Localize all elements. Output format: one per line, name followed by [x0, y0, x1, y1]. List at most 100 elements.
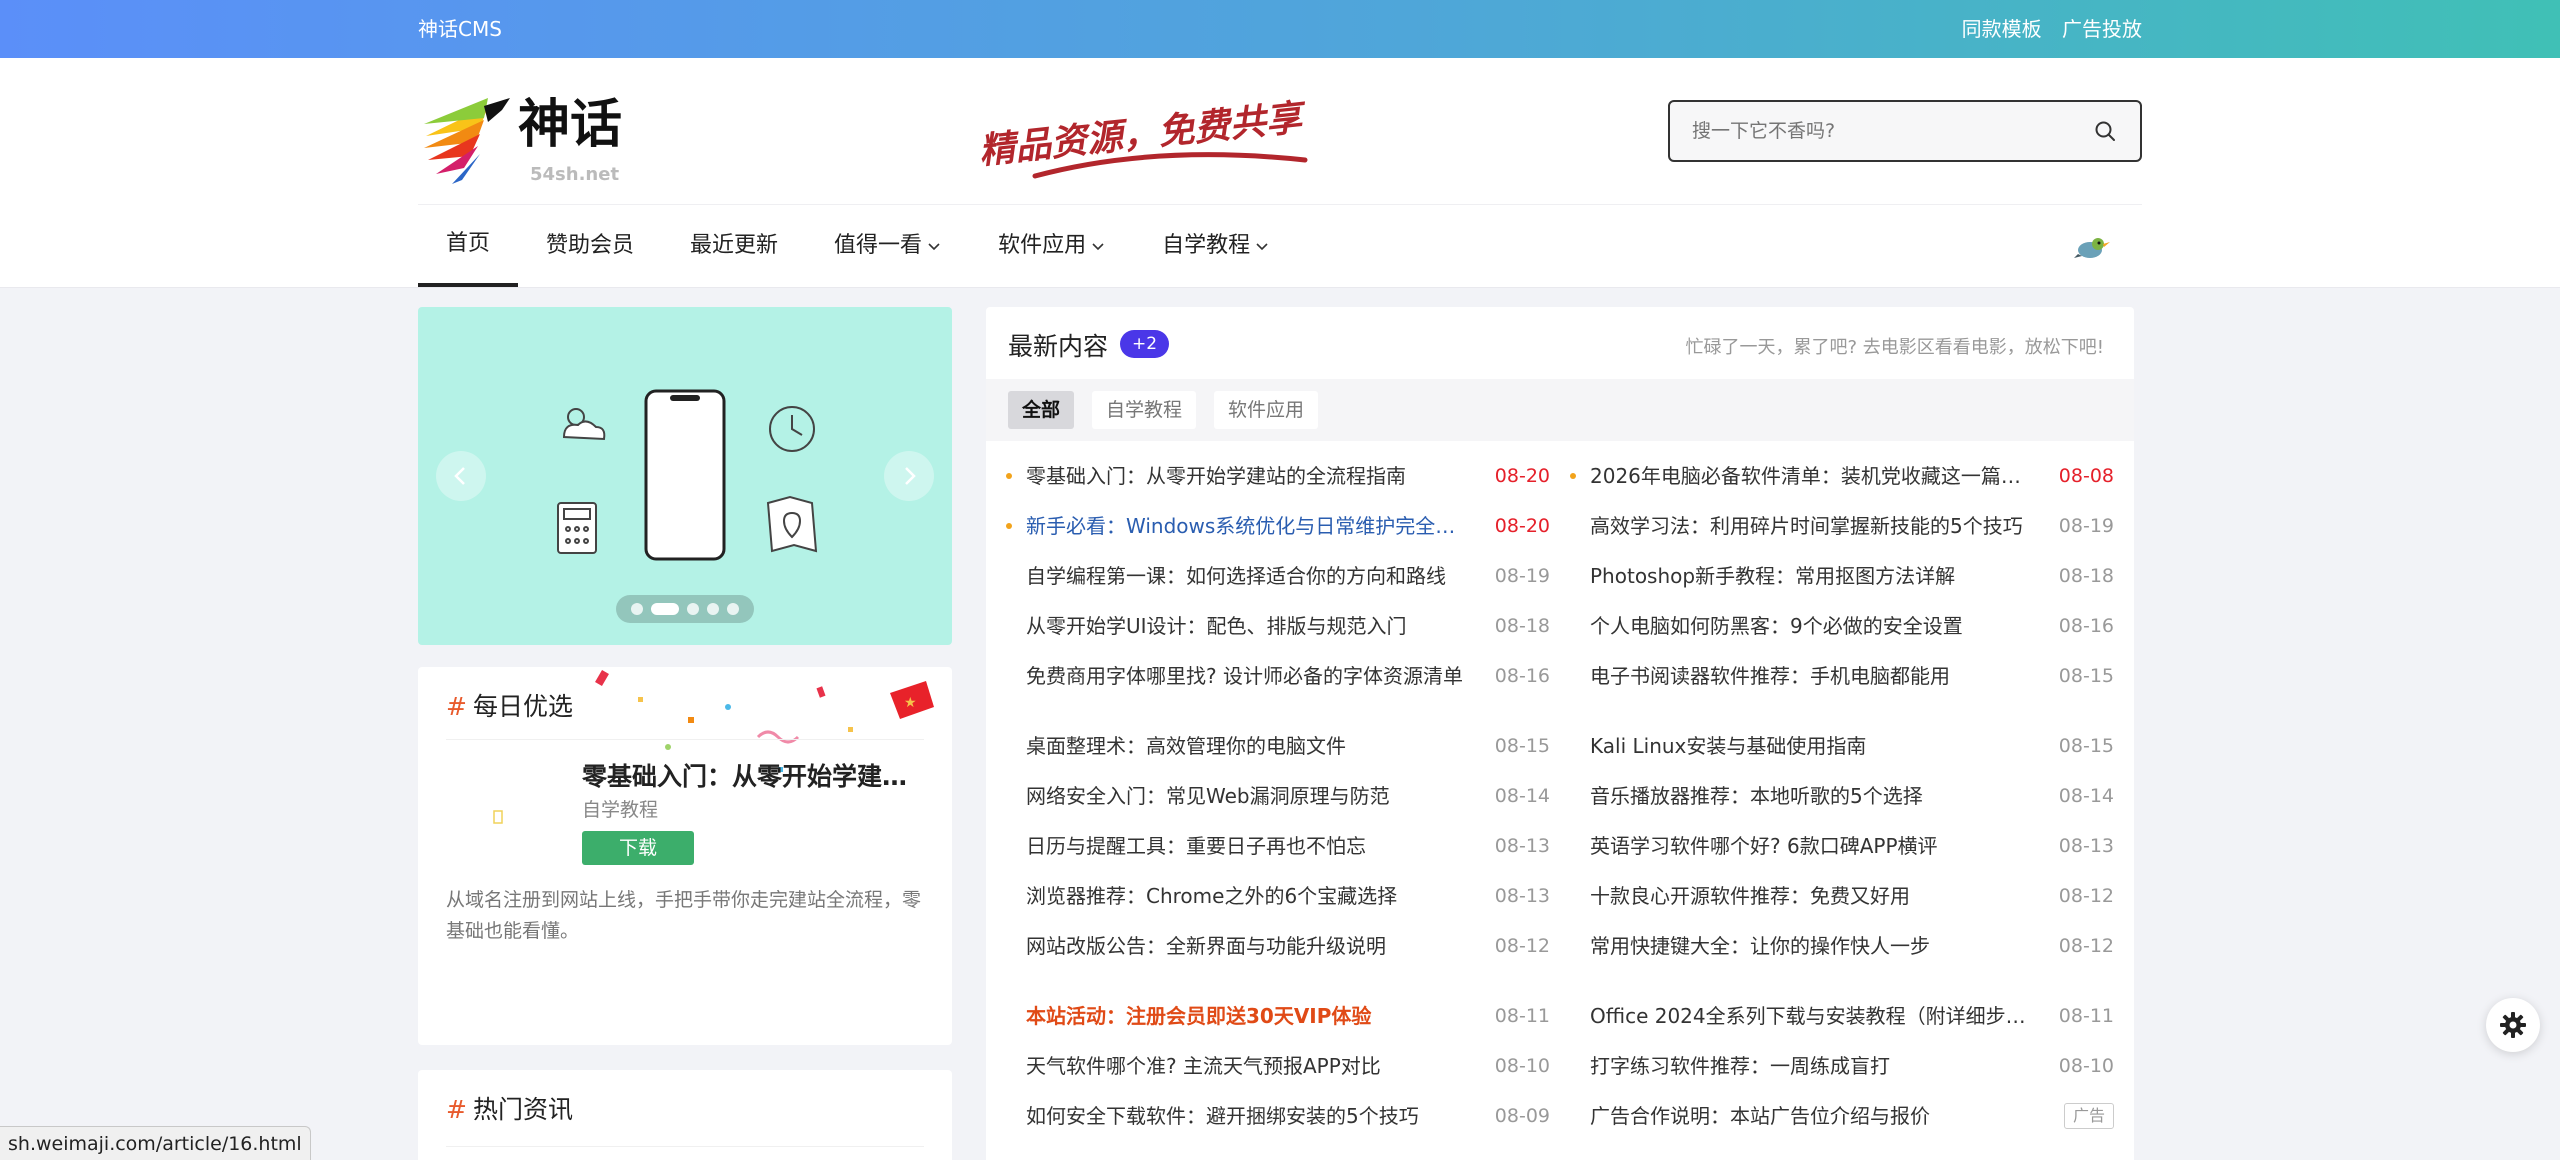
daily-pick-item-title[interactable]: 零基础入门：从零开始学建站的全流程指南: [582, 757, 932, 793]
list-item-date: 08-20: [1494, 515, 1550, 537]
carousel-dot-active[interactable]: [651, 603, 679, 615]
list-item-title[interactable]: 浏览器推荐：Chrome之外的6个宝藏选择: [1026, 876, 1466, 916]
ad-placement-link[interactable]: 广告投放: [2062, 17, 2142, 41]
site-brand-link[interactable]: 神话CMS: [418, 0, 502, 58]
list-item[interactable]: 日历与提醒工具：重要日子再也不怕忘 08-13: [1006, 826, 1550, 866]
list-item[interactable]: Photoshop新手教程：常用抠图方法详解 08-18: [1570, 556, 2114, 596]
search-icon[interactable]: [2094, 120, 2116, 142]
list-item-title[interactable]: 十款良心开源软件推荐：免费又好用: [1590, 876, 2030, 916]
site-slogan: 精品资源，免费共享: [975, 80, 1315, 200]
same-template-link[interactable]: 同款模板: [1962, 17, 2042, 41]
list-item-title[interactable]: Office 2024全系列下载与安装教程（附详细步骤）: [1590, 996, 2030, 1036]
nav-item-sponsor[interactable]: 赞助会员: [518, 205, 662, 287]
list-item-title[interactable]: 高效学习法：利用碎片时间掌握新技能的5个技巧: [1590, 506, 2030, 546]
list-item[interactable]: 广告合作说明：本站广告位介绍与报价 广告: [1570, 1096, 2114, 1136]
list-item[interactable]: 常用快捷键大全：让你的操作快人一步 08-12: [1570, 926, 2114, 966]
list-item[interactable]: 新手必看：Windows系统优化与日常维护完全手册 08-20: [1006, 506, 1550, 546]
search-box: [1668, 100, 2142, 162]
list-item-date: 08-20: [1494, 465, 1550, 487]
list-item[interactable]: 免费商用字体哪里找? 设计师必备的字体资源清单 08-16: [1006, 656, 1550, 696]
list-item-title[interactable]: 打字练习软件推荐：一周练成盲打: [1590, 1046, 2030, 1086]
user-avatar-icon[interactable]: [2072, 228, 2112, 268]
logo-bird-icon: 神话 54sh.net: [424, 94, 622, 185]
nav-item-worth-seeing[interactable]: 值得一看: [806, 205, 970, 287]
site-header: 神话 54sh.net 精品资源，免费共享 首页 赞助会员 最近更新 值得一看 …: [0, 58, 2560, 288]
list-item[interactable]: 浏览器推荐：Chrome之外的6个宝藏选择 08-13: [1006, 876, 1550, 916]
carousel-dot[interactable]: [707, 603, 719, 615]
list-item[interactable]: 本站活动：注册会员即送30天VIP体验 08-11: [1006, 996, 1550, 1036]
gear-icon: [2500, 1012, 2526, 1038]
carousel-dot[interactable]: [687, 603, 699, 615]
carousel-dot[interactable]: [727, 603, 739, 615]
list-item-title[interactable]: 新手必看：Windows系统优化与日常维护完全手册: [1026, 506, 1466, 546]
list-item[interactable]: 如何安全下载软件：避开捆绑安装的5个技巧 08-09: [1006, 1096, 1550, 1136]
tab-all[interactable]: 全部: [1008, 391, 1075, 429]
daily-pick-item-category[interactable]: 自学教程: [582, 795, 658, 822]
list-item-title[interactable]: 英语学习软件哪个好? 6款口碑APP横评: [1590, 826, 2030, 866]
settings-button[interactable]: [2486, 998, 2540, 1052]
list-item-date: 08-14: [1494, 785, 1550, 807]
list-item-title[interactable]: 免费商用字体哪里找? 设计师必备的字体资源清单: [1026, 656, 1466, 696]
list-item[interactable]: 网络安全入门：常见Web漏洞原理与防范 08-14: [1006, 776, 1550, 816]
carousel-prev-button[interactable]: [436, 451, 486, 501]
list-item[interactable]: 电子书阅读器软件推荐：手机电脑都能用 08-15: [1570, 656, 2114, 696]
list-item-title[interactable]: 音乐播放器推荐：本地听歌的5个选择: [1590, 776, 2030, 816]
list-item[interactable]: 打字练习软件推荐：一周练成盲打 08-10: [1570, 1046, 2114, 1086]
list-item-date: 08-14: [2058, 785, 2114, 807]
list-item-title[interactable]: 电子书阅读器软件推荐：手机电脑都能用: [1590, 656, 2030, 696]
list-item-date: 08-13: [2058, 835, 2114, 857]
list-item-title[interactable]: 广告合作说明：本站广告位介绍与报价: [1590, 1096, 2030, 1136]
list-item[interactable]: Office 2024全系列下载与安装教程（附详细步骤） 08-11: [1570, 996, 2114, 1036]
list-item-date: 08-15: [1494, 735, 1550, 757]
list-item-date: 08-15: [2058, 735, 2114, 757]
list-item[interactable]: 2026年电脑必备软件清单：装机党收藏这一篇就够了 08-08: [1570, 456, 2114, 496]
list-item[interactable]: 零基础入门：从零开始学建站的全流程指南 08-20: [1006, 456, 1550, 496]
list-item-title[interactable]: 2026年电脑必备软件清单：装机党收藏这一篇就够了: [1590, 456, 2030, 496]
list-item[interactable]: 天气软件哪个准? 主流天气预报APP对比 08-10: [1006, 1046, 1550, 1086]
list-item[interactable]: 十款良心开源软件推荐：免费又好用 08-12: [1570, 876, 2114, 916]
list-item-title[interactable]: Photoshop新手教程：常用抠图方法详解: [1590, 556, 2030, 596]
banner-carousel[interactable]: [418, 307, 952, 645]
tab-tutorials[interactable]: 自学教程: [1092, 391, 1197, 429]
list-item-title[interactable]: Kali Linux安装与基础使用指南: [1590, 726, 2030, 766]
list-item[interactable]: 音乐播放器推荐：本地听歌的5个选择 08-14: [1570, 776, 2114, 816]
list-item-title[interactable]: 日历与提醒工具：重要日子再也不怕忘: [1026, 826, 1466, 866]
list-item-title[interactable]: 如何安全下载软件：避开捆绑安装的5个技巧: [1026, 1096, 1466, 1136]
weather-icon: [562, 408, 606, 441]
list-item-title[interactable]: 网站改版公告：全新界面与功能升级说明: [1026, 926, 1466, 966]
daily-pick-thumbnail[interactable]: [446, 759, 550, 879]
site-logo[interactable]: 神话 54sh.net: [418, 76, 658, 204]
list-item-date: 08-10: [1494, 1055, 1550, 1077]
list-item-title[interactable]: 天气软件哪个准? 主流天气预报APP对比: [1026, 1046, 1466, 1086]
list-item[interactable]: 英语学习软件哪个好? 6款口碑APP横评 08-13: [1570, 826, 2114, 866]
list-item-title[interactable]: 从零开始学UI设计：配色、排版与规范入门: [1026, 606, 1466, 646]
list-item[interactable]: 网站改版公告：全新界面与功能升级说明 08-12: [1006, 926, 1550, 966]
list-item-date: 08-16: [1494, 665, 1550, 687]
movie-tip-link[interactable]: 忙碌了一天，累了吧? 去电影区看看电影，放松下吧!: [1686, 333, 2105, 359]
list-item[interactable]: 个人电脑如何防黑客：9个必做的安全设置 08-16: [1570, 606, 2114, 646]
list-item-title[interactable]: 网络安全入门：常见Web漏洞原理与防范: [1026, 776, 1466, 816]
list-item-title[interactable]: 个人电脑如何防黑客：9个必做的安全设置: [1590, 606, 2030, 646]
nav-item-home[interactable]: 首页: [418, 205, 519, 287]
tab-software[interactable]: 软件应用: [1214, 391, 1319, 429]
list-item[interactable]: 桌面整理术：高效管理你的电脑文件 08-15: [1006, 726, 1550, 766]
list-item[interactable]: 从零开始学UI设计：配色、排版与规范入门 08-18: [1006, 606, 1550, 646]
list-item-title[interactable]: 桌面整理术：高效管理你的电脑文件: [1026, 726, 1466, 766]
carousel-next-button[interactable]: [884, 451, 934, 501]
list-item[interactable]: 高效学习法：利用碎片时间掌握新技能的5个技巧 08-19: [1570, 506, 2114, 546]
download-button[interactable]: 下载: [582, 831, 694, 865]
carousel-dot[interactable]: [631, 603, 643, 615]
list-item-title[interactable]: 自学编程第一课：如何选择适合你的方向和路线: [1026, 556, 1466, 596]
list-item[interactable]: 自学编程第一课：如何选择适合你的方向和路线 08-19: [1006, 556, 1550, 596]
daily-pick-card: ★ #每日优选 零基础入门：从零开始学建站的全流程指南 自学教程 下载 从域名注…: [418, 667, 952, 1045]
list-item-title[interactable]: 常用快捷键大全：让你的操作快人一步: [1590, 926, 2030, 966]
nav-item-software[interactable]: 软件应用: [970, 205, 1134, 287]
list-item-date: 08-12: [2058, 885, 2114, 907]
list-item[interactable]: Kali Linux安装与基础使用指南 08-15: [1570, 726, 2114, 766]
nav-item-recent[interactable]: 最近更新: [662, 205, 806, 287]
daily-pick-title: # 每日优选: [446, 692, 573, 721]
list-item-title[interactable]: 本站活动：注册会员即送30天VIP体验: [1026, 996, 1466, 1036]
list-item-title[interactable]: 零基础入门：从零开始学建站的全流程指南: [1026, 456, 1466, 496]
search-input[interactable]: [1692, 102, 2072, 160]
nav-item-tutorials[interactable]: 自学教程: [1134, 205, 1298, 287]
